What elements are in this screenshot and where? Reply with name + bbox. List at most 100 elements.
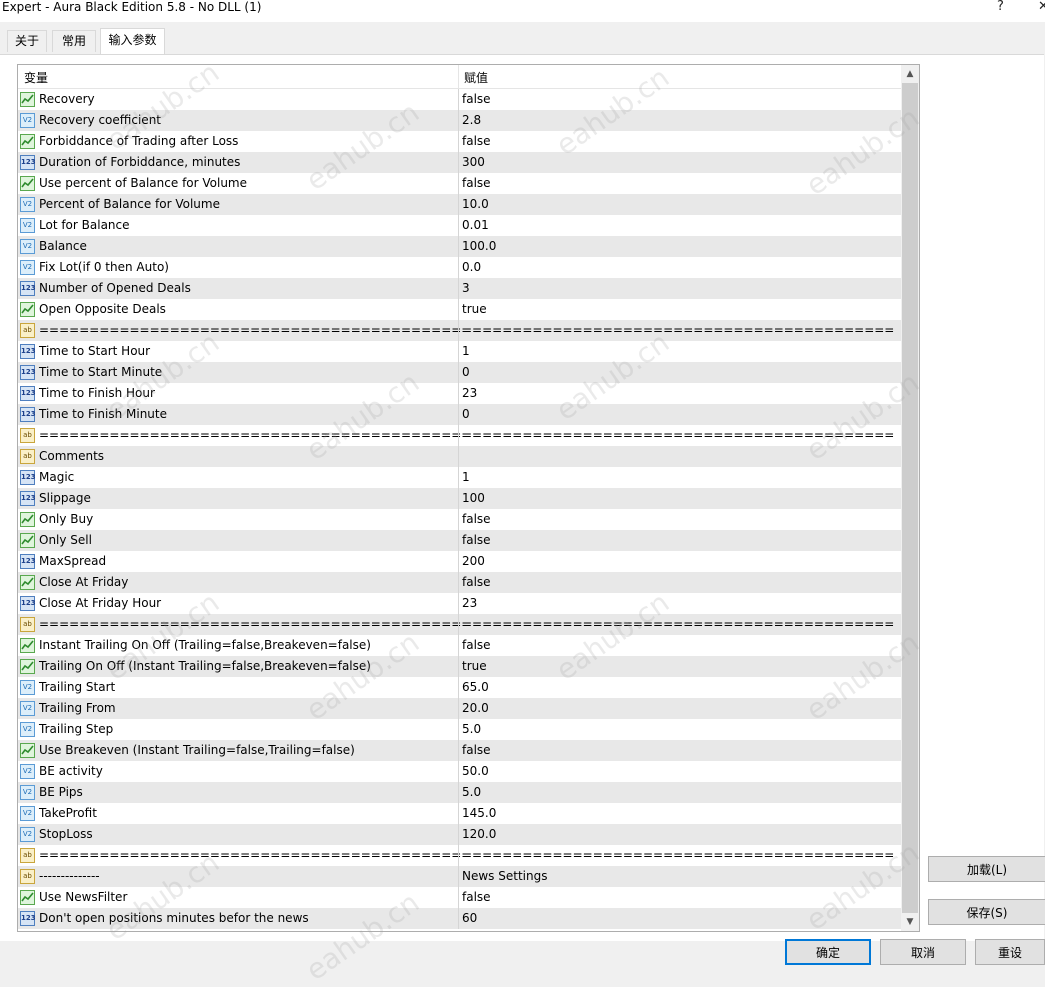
parameter-value[interactable]: true: [462, 299, 487, 320]
parameter-value[interactable]: 1: [462, 341, 470, 362]
parameter-value[interactable]: false: [462, 89, 491, 110]
close-button[interactable]: ✕: [1038, 0, 1045, 15]
parameter-value[interactable]: false: [462, 509, 491, 530]
column-divider[interactable]: [458, 65, 459, 88]
parameter-row[interactable]: V2 Trailing Step 5.0: [18, 719, 901, 740]
parameter-row[interactable]: V2 Percent of Balance for Volume 10.0: [18, 194, 901, 215]
cancel-button[interactable]: 取消: [880, 939, 966, 965]
parameter-row[interactable]: Use NewsFilter false: [18, 887, 901, 908]
parameter-row[interactable]: 123 Don't open positions minutes befor th…: [18, 908, 901, 929]
parameter-row[interactable]: Trailing On Off (Instant Trailing=false,…: [18, 656, 901, 677]
parameter-row[interactable]: Open Opposite Deals true: [18, 299, 901, 320]
load-button[interactable]: 加载(L): [928, 856, 1045, 882]
parameter-value[interactable]: 5.0: [462, 719, 481, 740]
parameter-row[interactable]: ab -------------- News Settings: [18, 866, 901, 887]
parameter-row[interactable]: V2 Trailing From 20.0: [18, 698, 901, 719]
save-button[interactable]: 保存(S): [928, 899, 1045, 925]
parameter-value[interactable]: false: [462, 635, 491, 656]
parameter-row[interactable]: 123 Duration of Forbiddance, minutes 300: [18, 152, 901, 173]
column-header-value[interactable]: 赋值: [464, 69, 488, 86]
parameter-value[interactable]: 65.0: [462, 677, 489, 698]
parameter-row[interactable]: 123 Time to Start Hour 1: [18, 341, 901, 362]
parameter-value[interactable]: 100.0: [462, 236, 496, 257]
parameter-value[interactable]: News Settings: [462, 866, 547, 887]
parameter-value[interactable]: 200: [462, 551, 485, 572]
parameter-row[interactable]: V2 Fix Lot(if 0 then Auto) 0.0: [18, 257, 901, 278]
parameter-row[interactable]: V2 StopLoss 120.0: [18, 824, 901, 845]
parameter-value[interactable]: 0: [462, 362, 470, 383]
parameter-row[interactable]: V2 BE activity 50.0: [18, 761, 901, 782]
double-value-icon: V2: [20, 260, 35, 275]
parameter-row[interactable]: ab Comments: [18, 446, 901, 467]
parameter-row[interactable]: V2 Lot for Balance 0.01: [18, 215, 901, 236]
parameter-value[interactable]: false: [462, 572, 491, 593]
parameter-row[interactable]: ab ======================================…: [18, 845, 901, 866]
help-button[interactable]: ?: [997, 0, 1004, 15]
parameter-value[interactable]: 3: [462, 278, 470, 299]
parameter-row[interactable]: 123 Number of Opened Deals 3: [18, 278, 901, 299]
parameter-value[interactable]: 1: [462, 467, 470, 488]
parameter-row[interactable]: ab ======================================…: [18, 425, 901, 446]
parameter-row[interactable]: Close At Friday false: [18, 572, 901, 593]
parameter-row[interactable]: V2 Recovery coefficient 2.8: [18, 110, 901, 131]
parameter-value[interactable]: 2.8: [462, 110, 481, 131]
parameter-value[interactable]: 120.0: [462, 824, 496, 845]
parameter-value[interactable]: 300: [462, 152, 485, 173]
parameter-row[interactable]: Forbiddance of Trading after Loss false: [18, 131, 901, 152]
parameter-value[interactable]: 23: [462, 593, 477, 614]
parameter-value[interactable]: false: [462, 887, 491, 908]
parameter-value[interactable]: 23: [462, 383, 477, 404]
parameter-value[interactable]: 5.0: [462, 782, 481, 803]
parameter-value[interactable]: 145.0: [462, 803, 496, 824]
parameter-row[interactable]: Use Breakeven (Instant Trailing=false,Tr…: [18, 740, 901, 761]
column-header-variable[interactable]: 变量: [24, 69, 48, 86]
parameter-row[interactable]: ab ======================================…: [18, 614, 901, 635]
parameter-value[interactable]: 100: [462, 488, 485, 509]
parameter-value[interactable]: true: [462, 656, 487, 677]
parameter-value[interactable]: false: [462, 173, 491, 194]
parameter-value[interactable]: 60: [462, 908, 477, 929]
parameter-row[interactable]: V2 Balance 100.0: [18, 236, 901, 257]
parameter-row[interactable]: V2 TakeProfit 145.0: [18, 803, 901, 824]
parameter-value[interactable]: 20.0: [462, 698, 489, 719]
ok-button[interactable]: 确定: [785, 939, 871, 965]
scroll-down-arrow-icon[interactable]: ▼: [901, 913, 919, 931]
parameter-row[interactable]: 123 Magic 1: [18, 467, 901, 488]
parameter-row[interactable]: Recovery false: [18, 89, 901, 110]
parameter-name: --------------: [39, 869, 100, 883]
parameter-value[interactable]: false: [462, 131, 491, 152]
parameter-value[interactable]: ========================================…: [462, 425, 894, 446]
scroll-up-arrow-icon[interactable]: ▲: [901, 65, 919, 83]
parameter-value[interactable]: 0.01: [462, 215, 489, 236]
parameter-row[interactable]: V2 Trailing Start 65.0: [18, 677, 901, 698]
parameter-value[interactable]: 50.0: [462, 761, 489, 782]
parameter-row[interactable]: ab ======================================…: [18, 320, 901, 341]
parameter-value[interactable]: 10.0: [462, 194, 489, 215]
parameter-row[interactable]: 123 Time to Finish Minute 0: [18, 404, 901, 425]
parameter-row[interactable]: 123 Slippage 100: [18, 488, 901, 509]
parameter-row[interactable]: Only Sell false: [18, 530, 901, 551]
parameter-row[interactable]: 123 MaxSpread 200: [18, 551, 901, 572]
parameter-value[interactable]: ========================================…: [462, 614, 894, 635]
reset-button[interactable]: 重设: [975, 939, 1045, 965]
parameter-row[interactable]: V2 BE Pips 5.0: [18, 782, 901, 803]
tab-common[interactable]: 常用: [52, 30, 96, 52]
parameter-name: ========================================…: [39, 428, 472, 442]
parameter-row[interactable]: Only Buy false: [18, 509, 901, 530]
scrollbar-thumb[interactable]: [902, 83, 918, 913]
tab-input-parameters[interactable]: 输入参数: [100, 28, 165, 54]
parameter-value[interactable]: false: [462, 740, 491, 761]
parameter-value[interactable]: ========================================…: [462, 320, 894, 341]
parameter-row[interactable]: 123 Time to Start Minute 0: [18, 362, 901, 383]
vertical-scrollbar[interactable]: ▲ ▼: [901, 65, 919, 931]
parameter-value[interactable]: false: [462, 530, 491, 551]
parameter-row[interactable]: Instant Trailing On Off (Trailing=false,…: [18, 635, 901, 656]
parameter-row[interactable]: Use percent of Balance for Volume false: [18, 173, 901, 194]
parameter-value[interactable]: ========================================…: [462, 845, 894, 866]
tab-about[interactable]: 关于: [7, 30, 47, 52]
string-value-icon: ab: [20, 323, 35, 338]
parameter-row[interactable]: 123 Time to Finish Hour 23: [18, 383, 901, 404]
parameter-value[interactable]: 0: [462, 404, 470, 425]
parameter-value[interactable]: 0.0: [462, 257, 481, 278]
parameter-row[interactable]: 123 Close At Friday Hour 23: [18, 593, 901, 614]
